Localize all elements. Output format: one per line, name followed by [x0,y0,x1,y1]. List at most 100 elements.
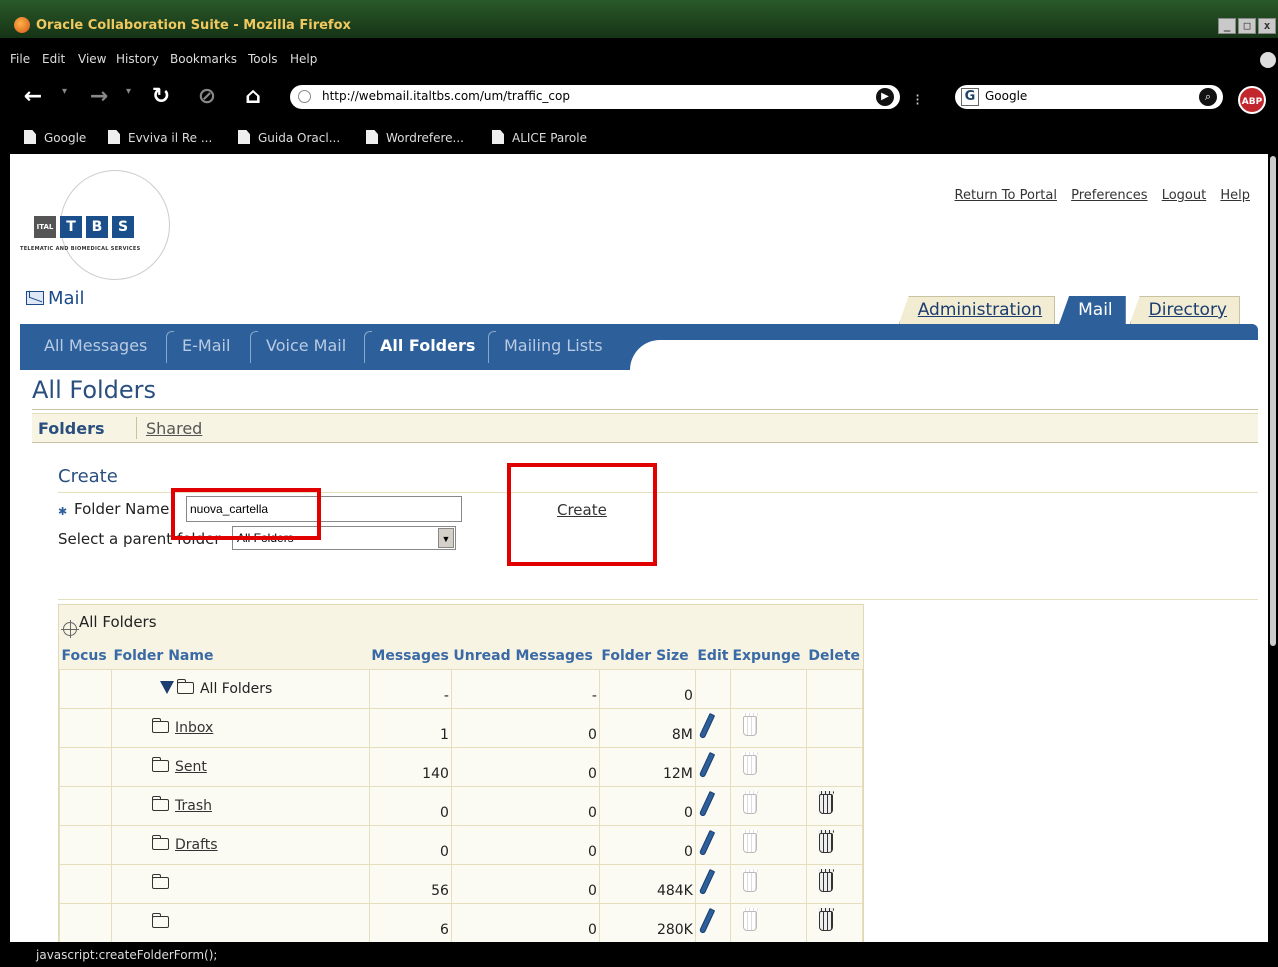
table-header-row: Focus Folder Name Messages Unread Messag… [59,643,863,669]
folder-name-cell: All Folders [110,668,370,709]
menu-help[interactable]: Help [290,52,317,66]
create-section-heading: Create [58,466,118,487]
folder-subnav: Folders Shared [32,413,1258,443]
return-to-portal-link[interactable]: Return To Portal [955,188,1057,203]
edit-pencil-icon[interactable] [698,751,716,778]
tab-mail[interactable]: Mail [1059,296,1126,324]
delete-trash-icon[interactable] [817,868,834,892]
delete-trash-icon[interactable] [817,790,834,814]
subnav-folders[interactable]: Folders [38,419,104,438]
folder-icon [151,834,169,850]
folder-name-cell: Sent [110,746,370,787]
edit-pencil-icon[interactable] [698,907,716,934]
expunge-trash-icon[interactable] [741,751,758,775]
divider [58,492,1258,493]
feed-icon[interactable]: ⁝ [915,90,920,109]
parent-folder-value: All Folders [237,531,294,545]
minimize-button[interactable]: _ [1218,18,1236,34]
table-row: 56 0 484K [59,863,864,904]
menu-view[interactable]: View [78,52,106,66]
bookmark-item[interactable]: Google [24,130,86,145]
chevron-down-icon[interactable]: ▼ [438,528,454,548]
help-link[interactable]: Help [1220,188,1250,203]
search-bar[interactable]: G Google ⌕ [955,85,1223,109]
forward-history-dropdown[interactable]: ▾ [126,86,136,97]
bookmark-item[interactable]: Guida Oracl... [238,130,340,145]
global-links: Return To Portal Preferences Logout Help [945,188,1251,203]
bookmark-label: Google [44,131,87,145]
bookmark-item[interactable]: Wordrefere... [366,130,464,145]
delete-cell [805,863,864,904]
throbber-icon [1260,52,1276,68]
folder-link-trash[interactable]: Trash [175,798,212,814]
table-caption-label: All Folders [79,613,157,631]
expunge-trash-icon[interactable] [741,829,758,853]
delete-trash-icon[interactable] [817,829,834,853]
stop-button[interactable]: ⊘ [190,82,224,112]
home-button[interactable]: ⌂ [236,82,270,112]
folder-name-label: Folder Name [74,500,170,518]
folder-link-sent[interactable]: Sent [175,759,207,775]
bookmark-page-icon [24,130,36,144]
search-input[interactable]: Google [985,89,1027,103]
folder-name-cell: Trash [110,785,370,826]
folder-name-cell [110,902,370,942]
folder-name-input[interactable] [186,496,462,522]
reload-button[interactable]: ↻ [144,82,178,112]
bookmark-item[interactable]: Evviva il Re ... [108,130,212,145]
subtab-all-messages[interactable]: All Messages [44,336,147,355]
expunge-trash-icon[interactable] [741,907,758,931]
menu-tools[interactable]: Tools [248,52,278,66]
column-header-expunge: Expunge [730,643,807,669]
go-button[interactable]: ▶ [876,88,894,106]
subtab-email[interactable]: E-Mail [182,336,230,355]
edit-pencil-icon[interactable] [698,868,716,895]
parent-folder-select[interactable]: All Folders ▼ [232,526,456,550]
url-bar[interactable]: http://webmail.italtbs.com/um/traffic_co… [290,85,900,109]
expunge-cell [729,707,807,748]
focus-target-icon[interactable] [61,620,79,638]
back-history-dropdown[interactable]: ▾ [62,86,72,97]
logout-link[interactable]: Logout [1162,188,1207,203]
menu-history[interactable]: History [116,52,159,66]
edit-pencil-icon[interactable] [698,829,716,856]
folder-link-inbox[interactable]: Inbox [175,720,213,736]
scrollbar-thumb[interactable] [1270,156,1276,646]
expunge-trash-icon[interactable] [741,868,758,892]
expunge-trash-icon[interactable] [741,790,758,814]
maximize-button[interactable]: □ [1238,18,1256,34]
menu-file[interactable]: File [10,52,30,66]
adblock-plus-icon[interactable]: ABP [1238,86,1266,114]
preferences-link[interactable]: Preferences [1071,188,1147,203]
delete-trash-icon[interactable] [817,907,834,931]
create-folder-link[interactable]: Create [557,501,607,519]
edit-pencil-icon[interactable] [698,790,716,817]
subtab-mailing-lists[interactable]: Mailing Lists [504,336,603,355]
subtab-voice-mail[interactable]: Voice Mail [266,336,346,355]
close-button[interactable]: x [1258,18,1276,34]
tab-administration[interactable]: Administration [898,296,1056,324]
expunge-trash-icon[interactable] [741,712,758,736]
subtab-all-folders[interactable]: All Folders [380,336,475,355]
google-engine-icon[interactable]: G [961,88,979,106]
subnav-shared[interactable]: Shared [146,419,202,438]
edit-pencil-icon[interactable] [698,712,716,739]
global-tabs: Administration Mail Directory [898,296,1240,324]
forward-button[interactable]: → [82,82,116,112]
tab-bar-curve [630,340,1260,370]
url-text[interactable]: http://webmail.italtbs.com/um/traffic_co… [322,89,570,103]
size-cell: 0 [598,824,696,865]
bookmark-item[interactable]: ALICE Parole [492,130,587,145]
expand-triangle-icon[interactable] [159,680,174,694]
focus-cell [59,902,112,942]
menu-bookmarks[interactable]: Bookmarks [170,52,237,66]
status-bar: javascript:createFolderForm(); [0,942,1278,967]
back-button[interactable]: ← [16,82,50,112]
expunge-cell [729,863,807,904]
menu-edit[interactable]: Edit [42,52,65,66]
logo-tile: ITAL [34,216,56,238]
tab-directory[interactable]: Directory [1129,296,1240,324]
folder-link-drafts[interactable]: Drafts [175,837,218,853]
delete-cell [805,746,864,787]
search-icon[interactable]: ⌕ [1199,88,1217,106]
